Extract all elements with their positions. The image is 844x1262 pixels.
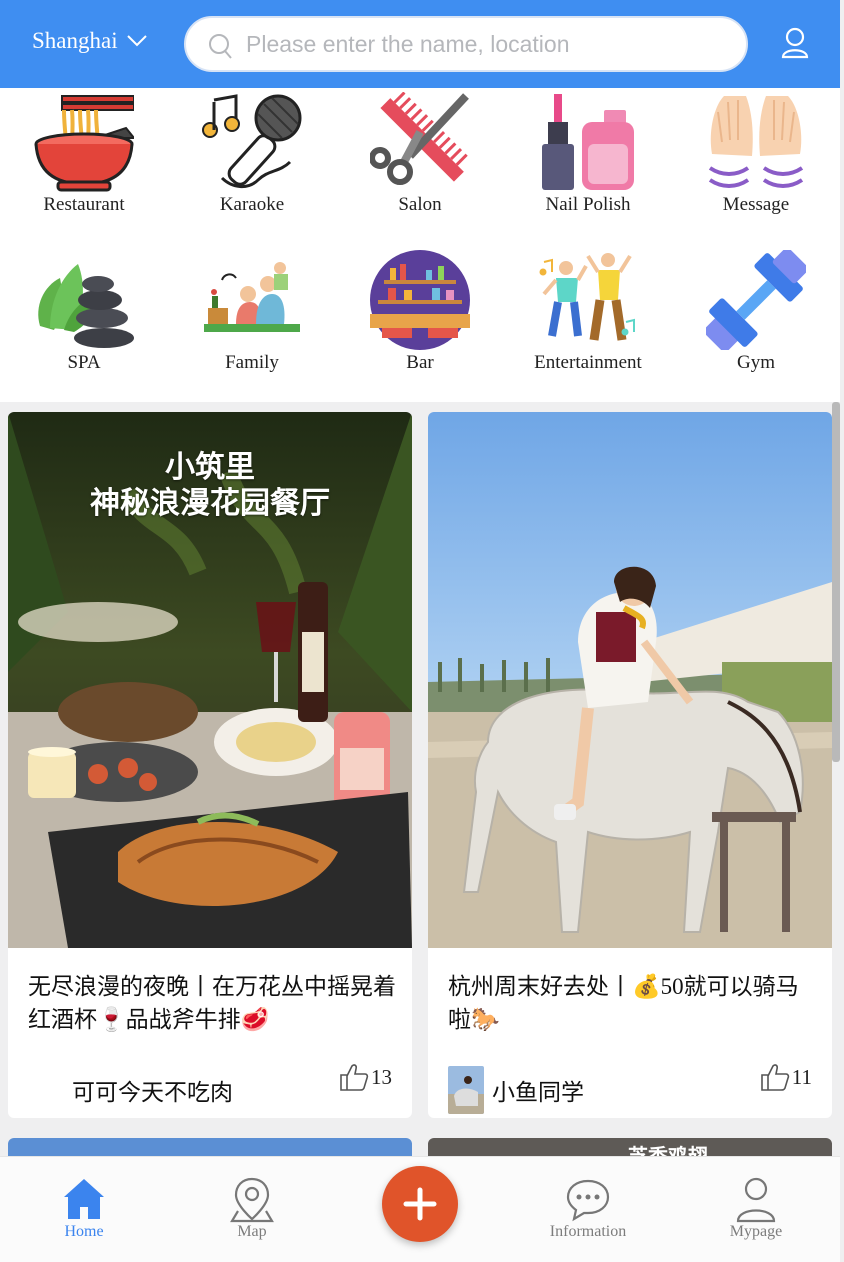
like-count: 13 [371,1064,392,1089]
like-count: 11 [791,1064,812,1089]
category-message[interactable]: Message [672,88,840,238]
category-label: Gym [737,352,775,373]
category-label: Message [722,194,790,215]
search-input[interactable] [246,26,726,62]
city-name: Shanghai [32,28,118,53]
author-name: 小鱼同学 [492,1080,584,1105]
tab-information[interactable]: Information [533,1157,643,1247]
dancers-icon [539,253,635,341]
category-spa[interactable]: SPA [0,246,168,396]
category-nail-polish[interactable]: Nail Polish [504,88,672,238]
category-label: Salon [398,194,442,215]
bar-shelf-icon [370,250,470,350]
post-photo: 小筑里 神秘浪漫花园餐厅 [8,412,412,948]
like-button[interactable]: 11 [760,1062,812,1092]
user-icon [736,1177,776,1223]
post-author[interactable]: 可可今天不吃肉 [28,1066,233,1114]
massage-hands-icon [708,96,804,188]
category-label: Karaoke [219,194,285,215]
horse-riding-photo [428,412,832,948]
like-button[interactable]: 13 [339,1062,392,1092]
tab-map[interactable]: Map [197,1157,307,1247]
nail-polish-icon [542,94,634,190]
thumbs-up-icon [340,1064,369,1091]
search-box[interactable] [184,16,748,72]
chat-bubble-icon [566,1179,610,1222]
tab-label: Mypage [729,1223,783,1240]
category-family[interactable]: Family [168,246,336,396]
profile-icon[interactable] [778,26,812,60]
map-pin-icon [230,1177,274,1223]
microphone-icon [202,94,302,188]
tab-label: Information [549,1223,627,1240]
category-karaoke[interactable]: Karaoke [168,88,336,238]
add-post-button[interactable] [382,1166,458,1242]
category-grid: Restaurant Karaoke Salon Nail Polish Mes… [0,88,840,402]
chevron-down-icon [126,35,147,47]
tab-label: Home [64,1223,104,1240]
avatar [448,1066,484,1114]
category-entertainment[interactable]: Entertainment [504,246,672,396]
post-card[interactable]: 杭州周末好去处丨💰50就可以骑马啦🐎 小鱼同学 11 [428,412,832,1118]
plus-icon [382,1166,458,1242]
avatar [28,1066,64,1114]
noodle-bowl-icon [34,95,134,192]
photo-caption-line: 小筑里 [165,450,255,485]
category-restaurant[interactable]: Restaurant [0,88,168,238]
comb-scissors-icon [370,92,469,185]
search-icon [209,34,232,59]
home-icon [64,1179,104,1219]
post-card[interactable]: 小筑里 神秘浪漫花园餐厅 无尽浪漫的夜晚丨在万花丛中摇晃着红酒杯🍷品战斧牛排🥩 … [8,412,412,1118]
category-label: Family [225,352,279,373]
photo-caption: 小筑里 神秘浪漫花园餐厅 [8,450,412,522]
thumbs-up-icon [760,1064,789,1091]
family-picnic-icon [204,262,300,332]
category-bar[interactable]: Bar [336,246,504,396]
city-selector[interactable]: Shanghai [32,28,148,54]
category-label: SPA [67,352,101,373]
post-author[interactable]: 小鱼同学 [448,1066,584,1114]
category-gym[interactable]: Gym [672,246,840,396]
app-root: Shanghai Restaurant [0,0,844,1262]
tab-home[interactable]: Home [29,1157,139,1247]
category-label: Nail Polish [545,194,631,215]
category-label: Restaurant [43,194,125,215]
category-salon[interactable]: Salon [336,88,504,238]
photo-caption-line: 神秘浪漫花园餐厅 [90,486,330,521]
author-name: 可可今天不吃肉 [72,1080,233,1105]
tab-label: Map [237,1223,267,1240]
category-label: Entertainment [534,352,642,373]
dumbbell-icon [706,250,806,350]
spa-stones-icon [38,264,134,348]
tab-mypage[interactable]: Mypage [701,1157,811,1247]
post-title: 杭州周末好去处丨💰50就可以骑马啦🐎 [448,974,799,1032]
top-bar: Shanghai [0,0,840,88]
post-photo [428,412,832,948]
category-label: Bar [406,352,434,373]
post-title: 无尽浪漫的夜晚丨在万花丛中摇晃着红酒杯🍷品战斧牛排🥩 [28,974,396,1032]
scrollbar[interactable] [832,402,840,762]
post-feed: 小筑里 神秘浪漫花园餐厅 无尽浪漫的夜晚丨在万花丛中摇晃着红酒杯🍷品战斧牛排🥩 … [0,402,840,1162]
